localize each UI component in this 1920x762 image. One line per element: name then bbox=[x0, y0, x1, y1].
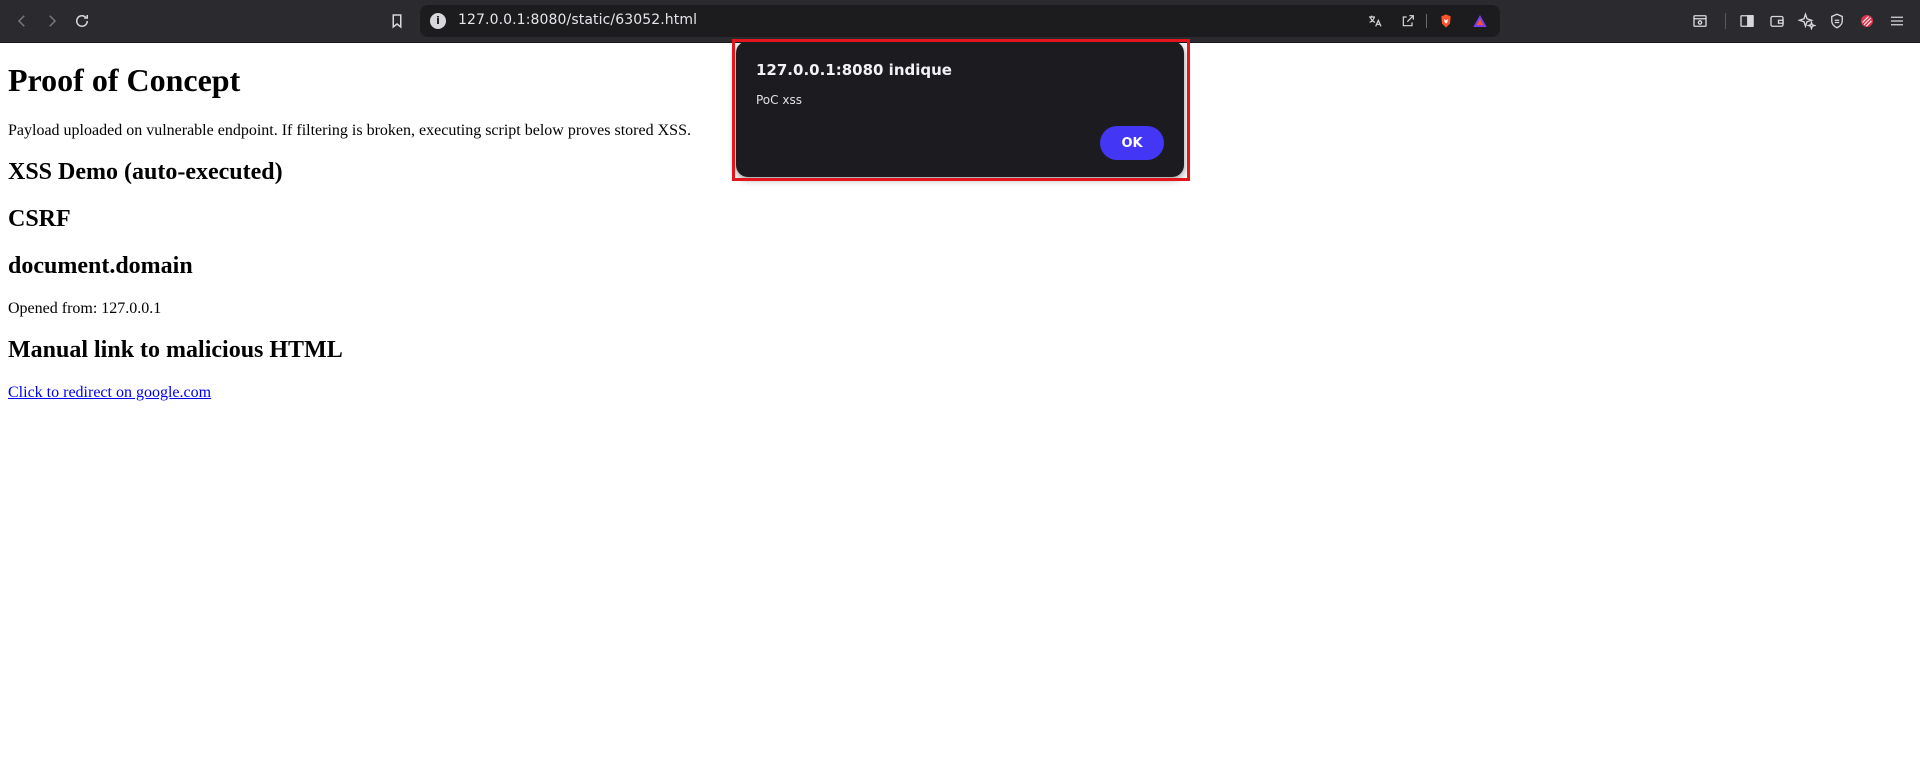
heading-manual-link: Manual link to malicious HTML bbox=[8, 337, 343, 363]
back-arrow-icon[interactable] bbox=[10, 9, 34, 33]
forward-arrow-icon[interactable] bbox=[40, 9, 64, 33]
heading-xss-demo: XSS Demo (auto-executed) bbox=[8, 159, 283, 185]
heading-csrf: CSRF bbox=[8, 206, 71, 232]
address-bar[interactable]: i 127.0.0.1:8080/static/63052.html bbox=[420, 5, 1500, 37]
vpn-shield-icon[interactable] bbox=[1825, 9, 1849, 33]
toolbar-divider bbox=[1725, 13, 1726, 29]
share-icon[interactable] bbox=[1398, 11, 1418, 31]
menu-icon[interactable] bbox=[1885, 9, 1909, 33]
brave-rewards-icon[interactable] bbox=[1470, 11, 1490, 31]
bookmark-icon[interactable] bbox=[385, 9, 409, 33]
translate-icon[interactable] bbox=[1365, 11, 1385, 31]
wallet-icon[interactable] bbox=[1765, 9, 1789, 33]
info-icon[interactable]: i bbox=[430, 13, 446, 29]
leo-ai-icon[interactable] bbox=[1795, 9, 1819, 33]
brave-shields-icon[interactable] bbox=[1436, 11, 1456, 31]
reload-icon[interactable] bbox=[70, 9, 94, 33]
highlight-box bbox=[732, 39, 1190, 181]
intro-text: Payload uploaded on vulnerable endpoint.… bbox=[8, 122, 691, 139]
omnibox-divider bbox=[1426, 14, 1427, 28]
sidebar-icon[interactable] bbox=[1735, 9, 1759, 33]
reading-list-icon[interactable] bbox=[1688, 9, 1712, 33]
heading-document-domain: document.domain bbox=[8, 253, 193, 279]
page-title: Proof of Concept bbox=[8, 62, 241, 98]
redirect-link[interactable]: Click to redirect on google.com bbox=[8, 384, 211, 402]
extension-icon[interactable] bbox=[1855, 9, 1879, 33]
browser-toolbar: i 127.0.0.1:8080/static/63052.html bbox=[0, 0, 1920, 43]
opened-from-text: Opened from: 127.0.0.1 bbox=[8, 300, 162, 317]
address-url[interactable]: 127.0.0.1:8080/static/63052.html bbox=[458, 12, 697, 28]
